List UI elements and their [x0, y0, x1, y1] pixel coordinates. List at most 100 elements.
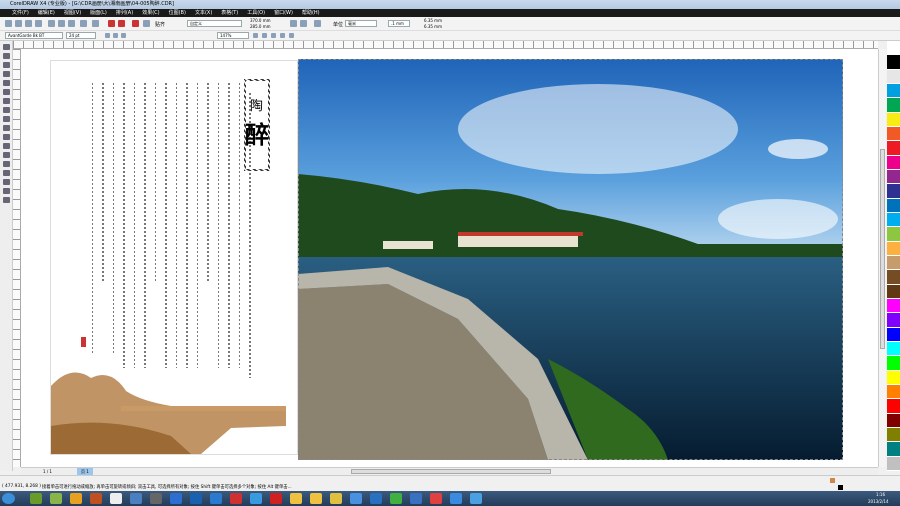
save-icon[interactable]: [25, 20, 32, 27]
menu-edit[interactable]: 编辑(E): [38, 9, 55, 17]
palette-swatch[interactable]: [887, 241, 900, 256]
basic-shapes-icon[interactable]: [2, 125, 10, 131]
palette-swatch[interactable]: [887, 41, 900, 56]
palette-swatch[interactable]: [887, 399, 900, 414]
taskbar-app-button[interactable]: [310, 493, 322, 504]
clock-time[interactable]: 1:16: [876, 492, 885, 497]
palette-swatch[interactable]: [887, 155, 900, 170]
taskbar-app-button[interactable]: [370, 493, 382, 504]
palette-swatch[interactable]: [887, 284, 900, 299]
polygon-tool-icon[interactable]: [2, 116, 10, 122]
duplicate-x-field[interactable]: 6.35 mm: [424, 18, 442, 23]
taskbar-app-button[interactable]: [410, 493, 422, 504]
taskbar-app-button[interactable]: [470, 493, 482, 504]
welcome-icon[interactable]: [143, 20, 150, 27]
palette-swatch[interactable]: [887, 327, 900, 342]
duplicate-y-field[interactable]: 6.35 mm: [424, 24, 442, 29]
palette-swatch[interactable]: [887, 69, 900, 84]
font-size-select[interactable]: 24 pt: [66, 32, 96, 39]
taskbar-app-button[interactable]: [270, 493, 282, 504]
dimension-tool-icon[interactable]: [2, 152, 10, 158]
menu-effects[interactable]: 效果(C): [142, 9, 159, 17]
interactive-blend-icon[interactable]: [2, 170, 10, 176]
menu-arrange[interactable]: 排列(A): [116, 9, 133, 17]
taskbar-app-button[interactable]: [450, 493, 462, 504]
all-pages-icon[interactable]: [314, 20, 321, 27]
fill-tool-icon[interactable]: [2, 197, 10, 203]
menu-file[interactable]: 文件(F): [12, 9, 29, 17]
outline-tool-icon[interactable]: [2, 188, 10, 194]
palette-swatch[interactable]: [887, 184, 900, 199]
taskbar-app-button[interactable]: [170, 493, 182, 504]
portrait-icon[interactable]: [290, 20, 297, 27]
menu-text[interactable]: 文本(X): [195, 9, 212, 17]
crop-tool-icon[interactable]: [2, 62, 10, 68]
nudge-distance-field[interactable]: .1 mm: [388, 20, 410, 27]
taskbar-app-button[interactable]: [70, 493, 82, 504]
vertical-scrollbar[interactable]: [878, 49, 886, 467]
palette-swatch[interactable]: [887, 55, 900, 70]
zoom-tool-icon[interactable]: [2, 71, 10, 77]
taskbar-app-button[interactable]: [330, 493, 342, 504]
snap-to-label[interactable]: 贴齐: [155, 21, 165, 28]
palette-swatch[interactable]: [887, 126, 900, 142]
smart-fill-icon[interactable]: [2, 89, 10, 95]
new-icon[interactable]: [5, 20, 12, 27]
taskbar-app-button[interactable]: [190, 493, 202, 504]
palette-swatch[interactable]: [887, 112, 900, 127]
horizontal-ruler[interactable]: [13, 41, 878, 49]
shape-tool-icon[interactable]: [2, 53, 10, 59]
palette-swatch[interactable]: [887, 212, 900, 228]
palette-swatch[interactable]: [887, 370, 900, 385]
units-select[interactable]: 毫米: [345, 20, 377, 27]
taskbar-app-button[interactable]: [150, 493, 162, 504]
horizontal-scrollbar[interactable]: [351, 469, 551, 474]
connector-tool-icon[interactable]: [2, 161, 10, 167]
bold-icon[interactable]: [105, 33, 110, 38]
zoom-out-icon[interactable]: [262, 33, 267, 38]
page-height-field[interactable]: 285.0 mm: [250, 24, 271, 29]
landscape-icon[interactable]: [300, 20, 307, 27]
zoom-selected-icon[interactable]: [271, 33, 276, 38]
palette-swatch[interactable]: [887, 198, 900, 213]
text-tool-icon[interactable]: [2, 134, 10, 140]
palette-swatch[interactable]: [887, 356, 900, 371]
pick-tool-icon[interactable]: [2, 44, 10, 50]
zoom-select[interactable]: 147%: [217, 32, 249, 39]
palette-swatch[interactable]: [887, 413, 900, 428]
palette-swatch[interactable]: [887, 98, 900, 113]
palette-swatch[interactable]: [887, 83, 900, 99]
vertical-ruler[interactable]: [13, 49, 21, 467]
app-launcher-icon[interactable]: [132, 20, 139, 27]
taskbar-app-button[interactable]: [230, 493, 242, 504]
undo-icon[interactable]: [80, 20, 87, 27]
paste-icon[interactable]: [68, 20, 75, 27]
clock-date[interactable]: 2013/2/14: [868, 499, 889, 504]
menu-layout[interactable]: 版面(L): [90, 9, 107, 17]
taskbar-app-button[interactable]: [350, 493, 362, 504]
menu-table[interactable]: 表格(T): [221, 9, 238, 17]
palette-swatch[interactable]: [887, 298, 900, 314]
taskbar-app-button[interactable]: [250, 493, 262, 504]
palette-swatch[interactable]: [887, 427, 900, 443]
outline-indicator-icon[interactable]: [838, 485, 843, 490]
palette-swatch[interactable]: [887, 341, 900, 357]
palette-swatch[interactable]: [887, 255, 900, 271]
taskbar-app-button[interactable]: [90, 493, 102, 504]
zoom-all-icon[interactable]: [280, 33, 285, 38]
taskbar-app-button[interactable]: [50, 493, 62, 504]
zoom-in-icon[interactable]: [253, 33, 258, 38]
import-icon[interactable]: [108, 20, 115, 27]
palette-swatch[interactable]: [887, 169, 900, 185]
redo-icon[interactable]: [92, 20, 99, 27]
palette-swatch[interactable]: [887, 384, 900, 400]
palette-swatch[interactable]: [887, 227, 900, 242]
color-palette[interactable]: [887, 41, 900, 471]
drawing-canvas[interactable]: 陶 醉: [21, 49, 878, 467]
page-tab-1[interactable]: 页 1: [77, 468, 93, 475]
underline-icon[interactable]: [121, 33, 126, 38]
taskbar-app-button[interactable]: [210, 493, 222, 504]
menu-help[interactable]: 帮助(H): [302, 9, 320, 17]
palette-swatch[interactable]: [887, 442, 900, 457]
palette-swatch[interactable]: [887, 456, 900, 471]
